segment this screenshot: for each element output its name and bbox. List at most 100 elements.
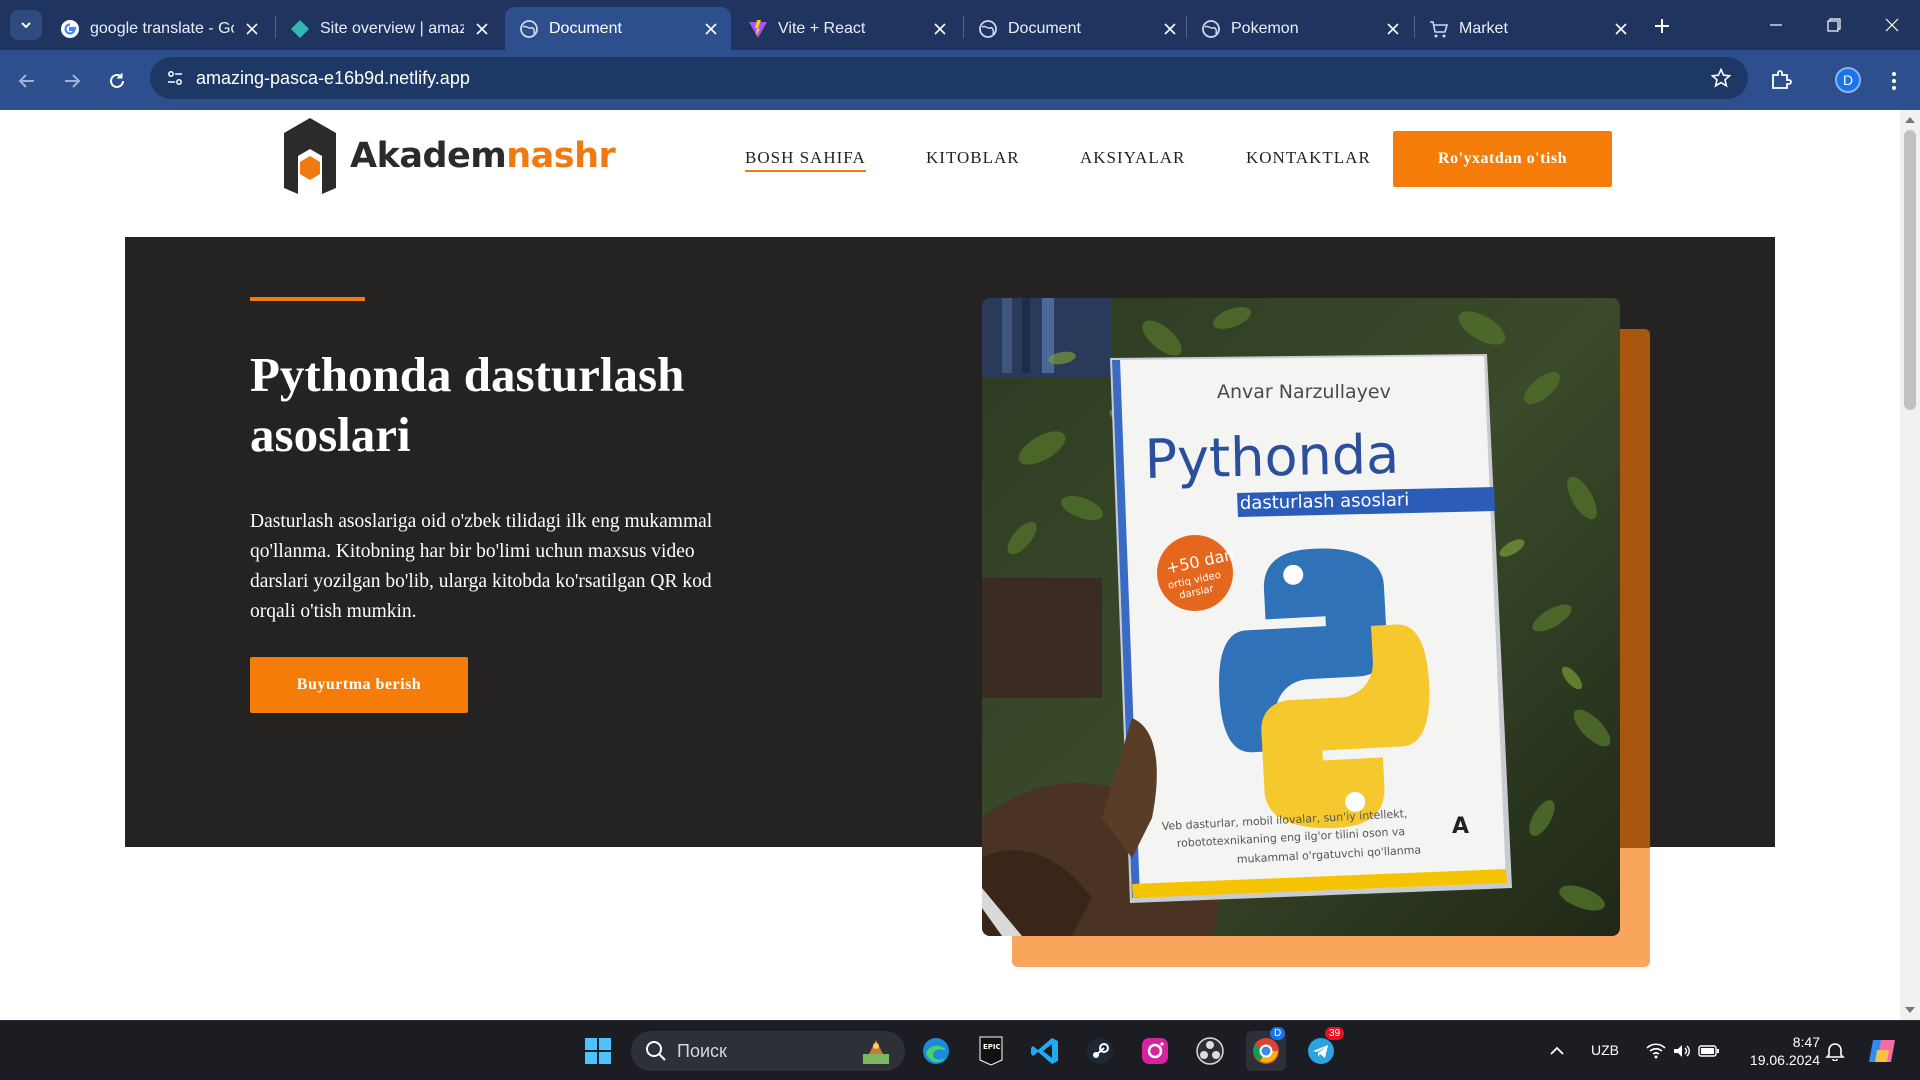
logo-mark-icon [284, 118, 336, 194]
scroll-down-arrow-icon[interactable] [1904, 1004, 1916, 1016]
browser-tab[interactable]: Pokemon [1187, 7, 1413, 50]
restore-icon [1827, 18, 1841, 32]
puzzle-icon [1772, 70, 1792, 89]
browser-tab[interactable]: Document [964, 7, 1190, 50]
site-info-button[interactable] [160, 63, 190, 93]
chrome-profile-badge: D [1270, 1027, 1286, 1040]
browser-toolbar: amazing-pasca-e16b9d.netlify.app D [0, 50, 1920, 110]
book-photo-art: Anvar Narzullayev Pythonda dasturlash as… [982, 298, 1620, 936]
chevron-up-icon [1550, 1046, 1564, 1055]
tab-title: google translate - Go [90, 19, 234, 37]
site-logo[interactable]: Akademnashr [284, 118, 616, 194]
start-button[interactable] [578, 1031, 618, 1071]
close-tab-icon[interactable] [1160, 19, 1180, 39]
browser-tab-bar: google translate - Go Site overview | am… [0, 0, 1920, 50]
tab-title: Document [549, 19, 622, 37]
svg-text:EPIC: EPIC [983, 1043, 1001, 1051]
page-viewport: Akademnashr BOSH SAHIFA KITOBLAR AKSIYAL… [0, 110, 1900, 1020]
clock-time: 8:47 [1792, 1034, 1820, 1050]
browser-tab[interactable]: Site overview | amazi [276, 7, 502, 50]
close-tab-icon[interactable] [472, 19, 492, 39]
tune-icon [168, 71, 182, 85]
taskbar-epic-games-icon[interactable]: EPIC [971, 1031, 1011, 1071]
tray-status-group[interactable] [1638, 1031, 1728, 1071]
tab-title: Pokemon [1231, 19, 1299, 37]
taskbar-steam-icon[interactable] [1080, 1031, 1120, 1071]
order-button[interactable]: Buyurtma berish [250, 657, 468, 713]
tab-search-button[interactable] [10, 10, 42, 40]
search-highlight-icon [863, 1040, 889, 1064]
close-tab-icon[interactable] [1383, 19, 1403, 39]
keyboard-language[interactable]: UZB [1591, 1042, 1619, 1058]
kebab-menu-icon [1892, 72, 1896, 90]
telegram-unread-badge: 39 [1325, 1027, 1345, 1040]
reload-icon [110, 73, 124, 88]
back-button[interactable] [10, 64, 44, 98]
scrollbar-thumb[interactable] [1904, 130, 1916, 410]
register-button[interactable]: Ro'yxatdan o'tish [1393, 131, 1612, 187]
notifications-button[interactable] [1818, 1031, 1852, 1071]
close-tab-icon[interactable] [930, 19, 950, 39]
browser-tab[interactable]: Vite + React [734, 7, 960, 50]
star-icon [1711, 68, 1731, 88]
globe-icon [519, 19, 539, 39]
clock[interactable]: 8:47 19.06.2024 [1734, 1031, 1820, 1071]
taskbar-instagram-icon[interactable] [1135, 1031, 1175, 1071]
globe-icon [978, 19, 998, 39]
book-photo: Anvar Narzullayev Pythonda dasturlash as… [982, 298, 1620, 936]
taskbar-chrome-icon[interactable]: D [1246, 1027, 1286, 1071]
taskbar-edge-icon[interactable] [916, 1031, 956, 1071]
nav-books[interactable]: KITOBLAR [926, 148, 1020, 168]
nav-promotions[interactable]: AKSIYALAR [1080, 148, 1185, 168]
tray-overflow-button[interactable] [1538, 1031, 1576, 1071]
hero-title: Pythonda dasturlash asoslari [250, 347, 685, 462]
scroll-up-arrow-icon[interactable] [1904, 114, 1916, 126]
url-text: amazing-pasca-e16b9d.netlify.app [196, 68, 470, 88]
copilot-icon[interactable] [1860, 1031, 1904, 1071]
taskbar-search[interactable]: Поиск [631, 1031, 905, 1071]
windows-logo-icon [585, 1038, 611, 1064]
restore-button[interactable] [1806, 0, 1862, 50]
windows-taskbar: Поиск EPIC D 39 UZB 8:47 19.06.2024 [0, 1020, 1920, 1080]
browser-menu-button[interactable] [1880, 64, 1908, 98]
arrow-left-icon [18, 74, 34, 88]
close-tab-icon[interactable] [242, 19, 262, 39]
address-bar[interactable]: amazing-pasca-e16b9d.netlify.app [150, 57, 1748, 99]
volume-icon [1674, 1045, 1690, 1057]
book-title: Pythonda [1144, 423, 1400, 491]
new-tab-button[interactable] [1648, 12, 1676, 40]
close-tab-icon[interactable] [1611, 19, 1631, 39]
arrow-right-icon [65, 74, 81, 88]
browser-tab[interactable]: Market [1415, 7, 1641, 50]
taskbar-obs-icon[interactable] [1190, 1031, 1230, 1071]
browser-tab-active[interactable]: Document [505, 7, 731, 50]
cart-icon [1429, 19, 1449, 39]
bookmark-star-button[interactable] [1708, 65, 1734, 91]
wifi-icon [1646, 1043, 1666, 1059]
plus-icon [1655, 19, 1669, 33]
tab-title: Vite + React [778, 19, 866, 37]
chevron-down-icon [21, 22, 31, 29]
profile-avatar[interactable]: D [1835, 67, 1861, 93]
hero-description: Dasturlash asoslariga oid o'zbek tilidag… [250, 511, 713, 622]
taskbar-telegram-icon[interactable]: 39 [1301, 1027, 1345, 1071]
clock-date: 19.06.2024 [1749, 1052, 1820, 1068]
book-author: Anvar Narzullayev [1217, 381, 1391, 403]
minimize-button[interactable] [1748, 0, 1804, 50]
forward-button[interactable] [55, 64, 89, 98]
page-scrollbar[interactable] [1900, 110, 1920, 1020]
nav-contacts[interactable]: KONTAKTLAR [1246, 148, 1371, 168]
vite-icon [748, 19, 768, 39]
nav-home[interactable]: BOSH SAHIFA [745, 148, 866, 172]
close-window-button[interactable] [1864, 0, 1920, 50]
google-g-icon [60, 19, 80, 39]
minimize-icon [1770, 24, 1782, 26]
close-tab-icon[interactable] [701, 19, 721, 39]
browser-tab[interactable]: google translate - Go [46, 7, 272, 50]
extensions-button[interactable] [1764, 63, 1798, 97]
tab-title: Document [1008, 19, 1081, 37]
search-icon [646, 1041, 666, 1061]
reload-button[interactable] [100, 64, 134, 98]
taskbar-vscode-icon[interactable] [1025, 1031, 1065, 1071]
bell-icon [1825, 1043, 1845, 1061]
